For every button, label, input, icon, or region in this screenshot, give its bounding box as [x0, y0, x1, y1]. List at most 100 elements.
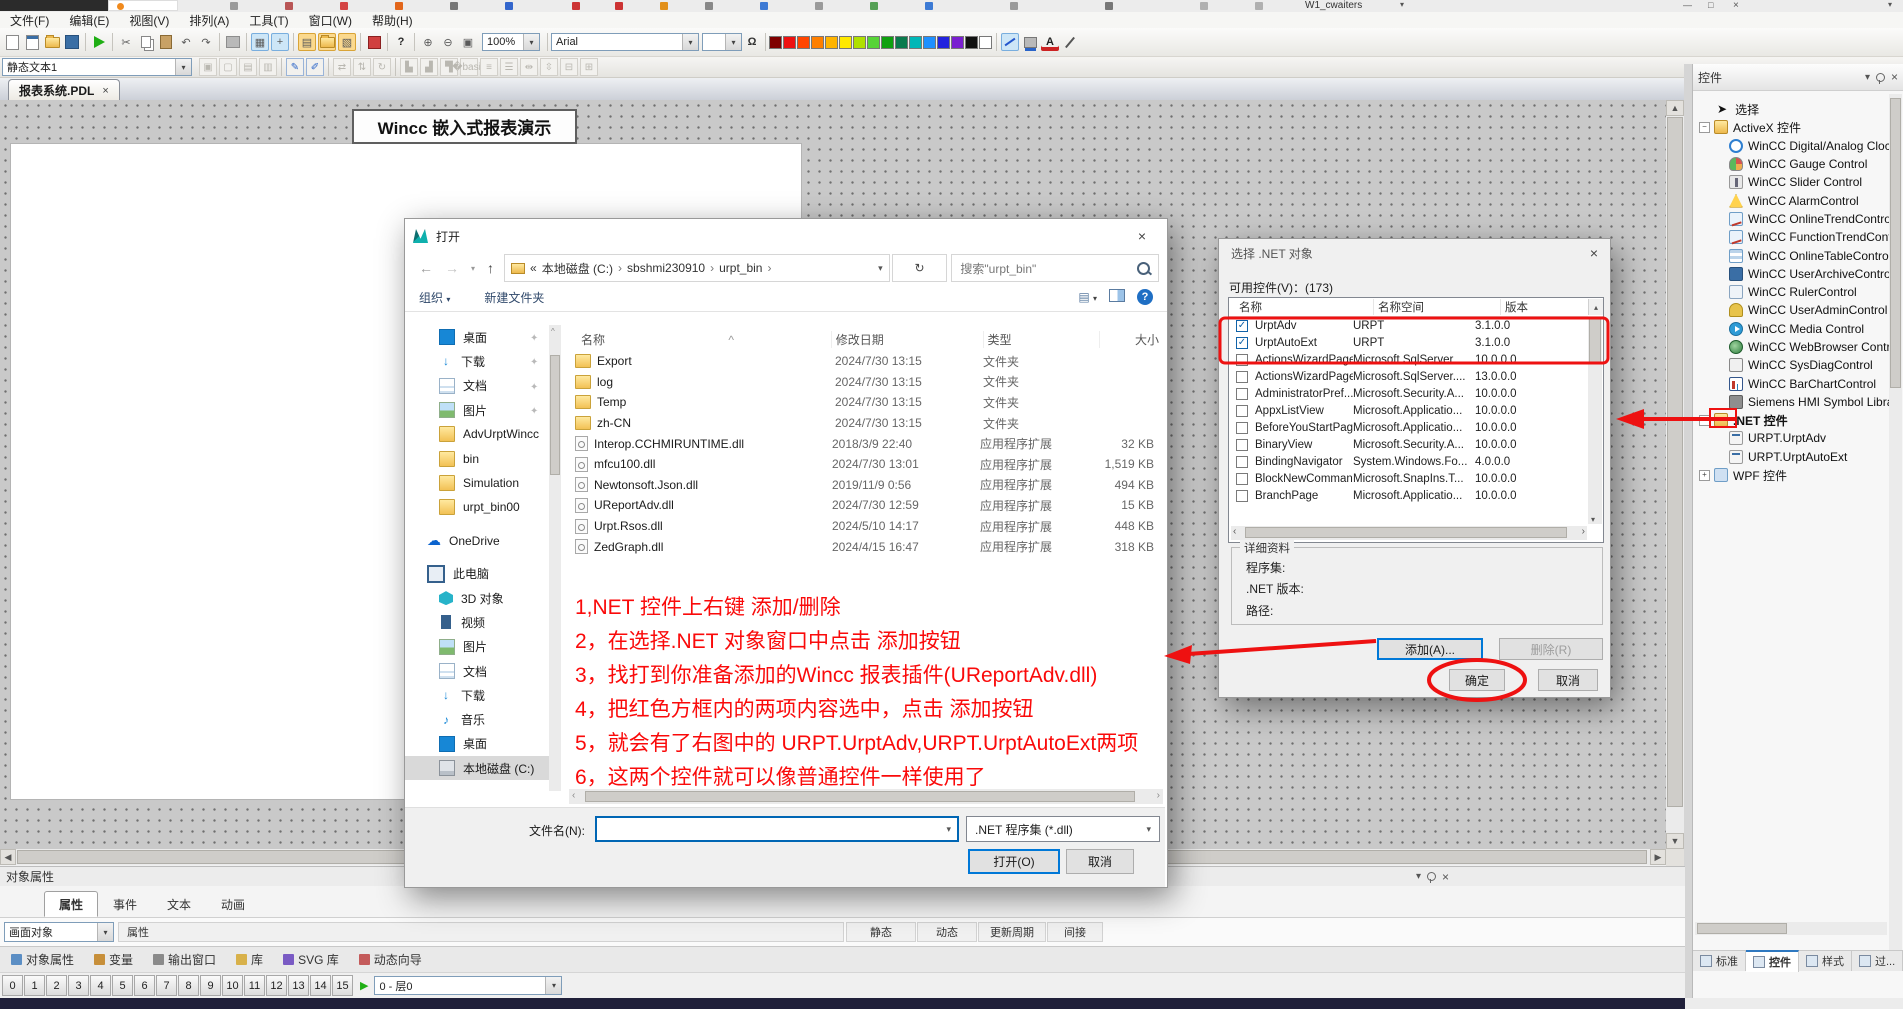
checkbox[interactable]: ✓ — [1236, 337, 1248, 349]
color-swatch[interactable] — [965, 36, 978, 49]
tab-events[interactable]: 事件 — [98, 891, 152, 917]
add-button[interactable]: 添加(A)... — [1377, 638, 1483, 660]
tree-item-control[interactable]: WinCC BarChartControl — [1693, 374, 1889, 392]
color-swatch[interactable] — [951, 36, 964, 49]
tree-group-activex[interactable]: − ActiveX 控件 — [1693, 118, 1889, 136]
zoom-in-icon[interactable]: ⊕ — [419, 33, 437, 51]
tab-report-pdl[interactable]: 报表系统.PDL × — [8, 79, 120, 101]
nav-item[interactable]: 本地磁盘 (C:) — [405, 756, 549, 780]
checkbox[interactable]: ✓ — [1236, 354, 1248, 366]
docked-tab[interactable]: 输出窗口 — [144, 948, 225, 972]
center-vertical-icon[interactable]: ☰ — [500, 58, 518, 76]
menu-item[interactable]: 编辑(E) — [59, 12, 119, 29]
recent-locations-icon[interactable]: ▾ — [471, 264, 475, 273]
redo-icon[interactable]: ↷ — [197, 33, 215, 51]
grid-header-update-cycle[interactable]: 更新周期 — [978, 922, 1046, 942]
tree-group-wpf[interactable]: + WPF 控件 — [1693, 466, 1889, 484]
align-left-icon[interactable]: ▙ — [400, 58, 418, 76]
tree-item-control[interactable]: WinCC Slider Control — [1693, 173, 1889, 191]
column-name[interactable]: 名称 — [1229, 299, 1374, 315]
nav-item[interactable]: ♪ 音乐 — [405, 707, 549, 731]
file-row[interactable]: Urpt.Rsos.dll 2024/5/10 14:17 应用程序扩展 448… — [573, 516, 1161, 537]
checkbox[interactable]: ✓ — [1236, 439, 1248, 451]
new-file-icon[interactable] — [3, 33, 21, 51]
app-icon[interactable] — [230, 2, 238, 10]
close-icon[interactable]: × — [1442, 870, 1449, 884]
docked-tab[interactable]: 库 — [227, 948, 272, 972]
library-toggle-icon[interactable]: ▤ — [298, 33, 316, 51]
window-selector-dropdown-icon[interactable]: ▾ — [1400, 0, 1404, 9]
tree-item-control[interactable]: WinCC Digital/Analog Clock — [1693, 137, 1889, 155]
app-icon[interactable] — [815, 2, 823, 10]
close-icon[interactable]: × — [1891, 70, 1898, 84]
tree-item-control[interactable]: WinCC FunctionTrendControl — [1693, 228, 1889, 246]
checkbox[interactable]: ✓ — [1236, 320, 1248, 332]
layer-next-icon[interactable]: ▶ — [360, 979, 368, 992]
app-icon[interactable] — [1010, 2, 1018, 10]
layer-button[interactable]: 7 — [156, 975, 177, 996]
ungroup-icon[interactable]: ▢ — [219, 58, 237, 76]
scroll-up-icon[interactable]: ▴ — [1588, 299, 1603, 315]
color-swatch[interactable] — [923, 36, 936, 49]
controls-tree-v-scrollbar[interactable] — [1889, 94, 1902, 964]
scroll-down-icon[interactable]: ▾ — [1591, 515, 1595, 524]
object-selector[interactable]: 静态文本1 ▾ — [2, 58, 192, 76]
app-icon[interactable] — [505, 2, 513, 10]
nav-item[interactable]: 文档 — [405, 374, 549, 398]
expand-icon[interactable]: + — [1699, 470, 1710, 481]
layer-button[interactable]: 15 — [332, 975, 353, 996]
scroll-down-icon[interactable]: ▼ — [1666, 833, 1684, 849]
chevron-down-icon[interactable]: ▾ — [1888, 0, 1892, 9]
app-icon[interactable] — [285, 2, 293, 10]
tree-item-control[interactable]: URPT.UrptAdv — [1693, 429, 1889, 447]
scroll-right-icon[interactable]: › — [1582, 526, 1585, 537]
tab-texts[interactable]: 文本 — [152, 891, 206, 917]
file-row[interactable]: Export 2024/7/30 13:15 文件夹 — [573, 351, 1161, 372]
distribute-vertical-icon[interactable]: ⇳ — [540, 58, 558, 76]
h-scroll-thumb[interactable] — [1245, 527, 1567, 538]
controls-tree-h-scrollbar[interactable] — [1695, 922, 1887, 935]
save-icon[interactable] — [63, 33, 81, 51]
collapse-icon[interactable]: − — [1699, 122, 1710, 133]
preview-pane-icon[interactable] — [1109, 289, 1125, 305]
nav-item[interactable]: 此电脑 — [405, 562, 549, 586]
color-swatch[interactable] — [783, 36, 796, 49]
tree-item-control[interactable]: WinCC OnlineTrendControl — [1693, 210, 1889, 228]
font-family-select[interactable]: Arial ▾ — [551, 33, 699, 51]
nav-item[interactable]: Simulation — [405, 471, 549, 495]
zoom-level-select[interactable]: 100% ▾ — [482, 33, 540, 51]
file-row[interactable]: ZedGraph.dll 2024/4/15 16:47 应用程序扩展 318 … — [573, 536, 1161, 557]
tree-item-control[interactable]: WinCC Media Control — [1693, 320, 1889, 338]
file-row[interactable]: Newtonsoft.Json.dll 2019/11/9 0:56 应用程序扩… — [573, 475, 1161, 496]
color-swatch[interactable] — [769, 36, 782, 49]
nav-item[interactable]: 网络 — [405, 789, 549, 791]
layer-button[interactable]: 13 — [288, 975, 309, 996]
tree-item-control[interactable]: URPT.UrptAutoExt — [1693, 448, 1889, 466]
nav-item[interactable]: 桌面 — [405, 732, 549, 756]
distribute-horizontal-icon[interactable]: ⇹ — [520, 58, 538, 76]
app-icon[interactable] — [615, 2, 623, 10]
color-swatch[interactable] — [811, 36, 824, 49]
file-row[interactable]: zh-CN 2024/7/30 13:15 文件夹 — [573, 413, 1161, 434]
app-icon[interactable] — [925, 2, 933, 10]
chevron-down-icon[interactable]: ▾ — [545, 977, 561, 994]
panel-splitter[interactable] — [1684, 64, 1692, 1009]
app-icon[interactable] — [705, 2, 713, 10]
run-icon[interactable] — [90, 33, 108, 51]
app-icon[interactable] — [1255, 2, 1263, 10]
nav-item[interactable]: ↓ 下载 — [405, 683, 549, 707]
rotate-icon[interactable]: ↻ — [373, 58, 391, 76]
chevron-down-icon[interactable]: ▾ — [1865, 72, 1870, 83]
close-button[interactable]: × — [1733, 0, 1739, 11]
nav-item[interactable]: 图片 — [405, 635, 549, 659]
layer-button[interactable]: 4 — [90, 975, 111, 996]
nav-item[interactable]: 3D 对象 — [405, 586, 549, 610]
app-icon[interactable] — [1105, 2, 1113, 10]
nav-item[interactable]: ↓ 下载 — [405, 349, 549, 373]
ok-button[interactable]: 确定 — [1449, 669, 1505, 691]
app-icon[interactable] — [1200, 2, 1208, 10]
forward-icon[interactable]: → — [445, 260, 459, 276]
nav-item[interactable]: AdvUrptWincc — [405, 422, 549, 446]
app-icon[interactable] — [340, 2, 348, 10]
search-icon[interactable] — [1137, 262, 1150, 275]
